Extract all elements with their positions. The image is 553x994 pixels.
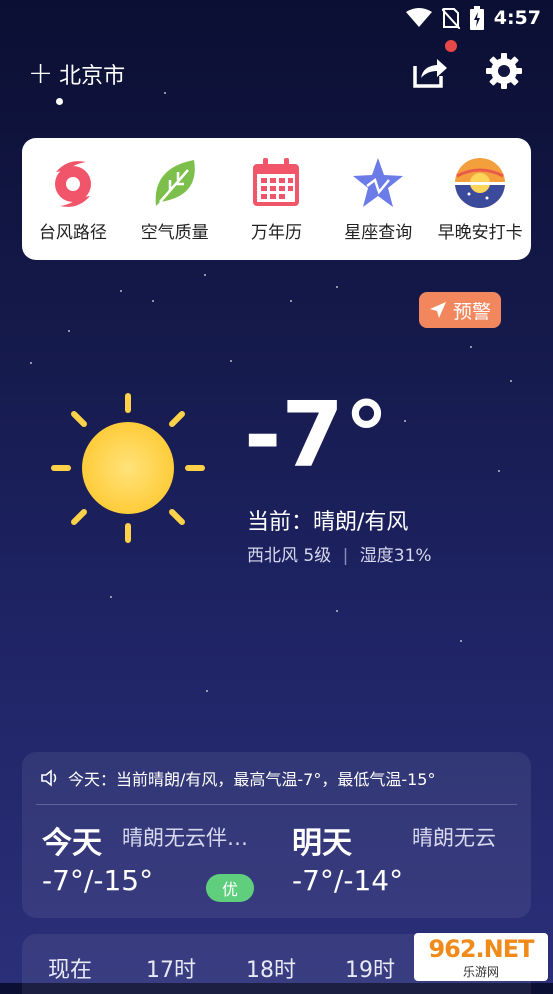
gear-icon[interactable] xyxy=(485,52,523,90)
tomorrow-temp: -7°/-14° xyxy=(292,864,404,897)
humidity-info: 湿度31% xyxy=(359,546,432,566)
divider xyxy=(36,804,517,805)
hour-label: 17时 xyxy=(146,958,196,983)
sun-icon xyxy=(51,393,205,543)
speaker-icon xyxy=(41,769,57,787)
city-name: 北京市 xyxy=(59,64,126,89)
wind-humidity: 西北风 5级 | 湿度31% xyxy=(247,546,432,566)
hour-label: 现在 xyxy=(48,958,93,983)
hour-label: 19时 xyxy=(345,958,395,983)
watermark: 962.NET 乐游网 xyxy=(414,933,548,981)
calendar-icon xyxy=(253,157,300,206)
tool-label: 早晚安打卡 xyxy=(437,222,523,243)
send-icon xyxy=(429,302,446,318)
tool-label: 星座查询 xyxy=(344,222,413,243)
sunset-icon xyxy=(455,157,506,208)
today-temp: -7°/-15° xyxy=(42,864,154,897)
status-time: 4:57 xyxy=(493,7,541,29)
tool-label: 台风路径 xyxy=(38,222,107,243)
today-label: 今天 xyxy=(42,826,102,861)
summary-text: 今天：当前晴朗/有风，最高气温-7°，最低气温-15° xyxy=(68,770,436,789)
tomorrow-condition: 晴朗无云 xyxy=(412,826,496,850)
header: + 北京市 xyxy=(0,40,553,105)
forecast-card[interactable]: 今天：当前晴朗/有风，最高气温-7°，最低气温-15° 今天 晴朗无云伴… -7… xyxy=(22,752,531,918)
typhoon-icon xyxy=(54,160,91,207)
aqi-badge: 优 xyxy=(206,874,254,902)
watermark-logo: 962.NET xyxy=(428,934,534,963)
forecast-summary[interactable]: 今天：当前晴朗/有风，最高气温-7°，最低气温-15° xyxy=(40,766,435,790)
alert-button[interactable]: 预警 xyxy=(419,292,501,328)
page-indicator-dot xyxy=(56,98,63,105)
battery-charging-icon xyxy=(469,6,484,30)
hour-label: 18时 xyxy=(246,958,296,983)
status-bar: 4:57 xyxy=(0,0,553,36)
current-temperature: -7° xyxy=(244,383,389,488)
current-condition: 当前：晴朗/有风 xyxy=(247,510,409,535)
share-icon[interactable] xyxy=(409,52,449,92)
add-city-button[interactable]: + 北京市 xyxy=(28,58,125,90)
tool-air-quality[interactable]: 空气质量 xyxy=(125,156,225,243)
tool-checkin[interactable]: 早晚安打卡 xyxy=(430,156,530,243)
alert-label: 预警 xyxy=(452,300,491,323)
plus-icon: + xyxy=(28,56,54,91)
wind-info: 西北风 5级 xyxy=(247,546,332,566)
tool-horoscope[interactable]: 星座查询 xyxy=(328,156,428,243)
tomorrow-label: 明天 xyxy=(292,826,352,861)
leaf-icon xyxy=(155,159,195,206)
star-icon xyxy=(353,157,404,207)
tool-label: 空气质量 xyxy=(140,222,209,243)
tomorrow-forecast[interactable]: 明天 晴朗无云 -7°/-14° xyxy=(292,818,496,897)
tool-typhoon[interactable]: 台风路径 xyxy=(23,156,123,243)
today-condition: 晴朗无云伴… xyxy=(122,826,248,850)
today-forecast[interactable]: 今天 晴朗无云伴… -7°/-15° xyxy=(42,818,248,897)
tool-calendar[interactable]: 万年历 xyxy=(226,156,326,243)
watermark-sub: 乐游网 xyxy=(462,964,499,979)
notification-badge xyxy=(445,40,457,52)
tool-label: 万年历 xyxy=(250,222,302,243)
wifi-icon xyxy=(405,8,432,27)
tools-card: 台风路径 空气质量 万年历 星座查询 早晚安打卡 xyxy=(22,138,531,260)
no-sim-icon xyxy=(441,8,460,29)
